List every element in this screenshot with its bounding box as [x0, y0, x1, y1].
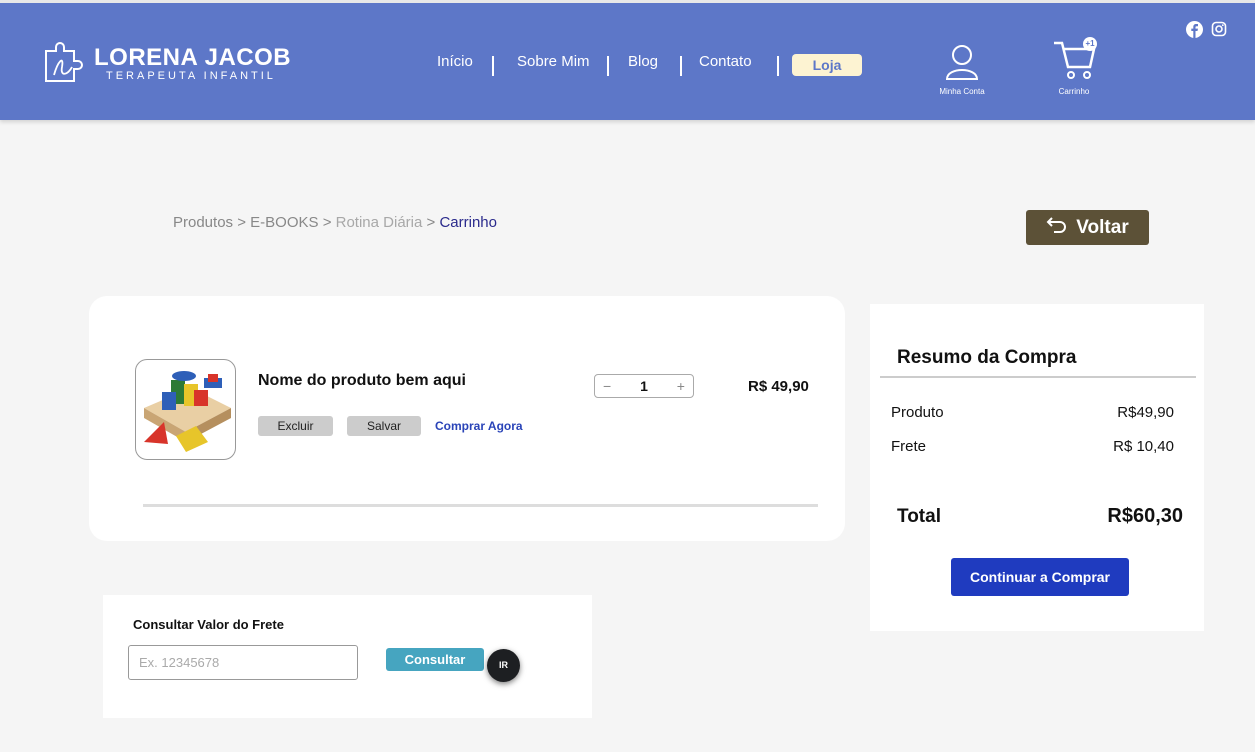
- summary-row-shipping: Frete R$ 10,40: [891, 438, 1174, 455]
- breadcrumb-products[interactable]: Produtos: [173, 214, 233, 231]
- cart-items-card: Nome do produto bem aqui Excluir Salvar …: [89, 296, 845, 541]
- product-name[interactable]: Nome do produto bem aqui: [258, 372, 466, 390]
- puzzle-logo-icon: [42, 41, 88, 87]
- shopping-cart-icon: [1050, 41, 1098, 85]
- zip-code-input[interactable]: [128, 645, 358, 680]
- site-header: LORENA JACOB TERAPEUTA INFANTIL Início S…: [0, 0, 1255, 120]
- cart-label: Carrinho: [1058, 87, 1090, 96]
- product-label: Produto: [891, 404, 944, 421]
- cart-button[interactable]: +1 Carrinho: [1046, 37, 1102, 96]
- shipping-value: R$ 10,40: [1113, 438, 1174, 455]
- user-icon: [944, 45, 980, 85]
- breadcrumb-separator: >: [322, 214, 332, 231]
- shipping-label: Frete: [891, 438, 927, 455]
- breadcrumb-separator: >: [426, 214, 436, 231]
- brand-logo[interactable]: LORENA JACOB TERAPEUTA INFANTIL: [42, 41, 291, 87]
- shipping-calculator: Consultar Valor do Frete Consultar IR: [103, 595, 592, 718]
- breadcrumb-separator: >: [237, 214, 246, 231]
- breadcrumb-routine[interactable]: Rotina Diária: [336, 214, 423, 231]
- continue-shopping-button[interactable]: Continuar a Comprar: [951, 558, 1129, 596]
- nav-home[interactable]: Início: [437, 53, 473, 70]
- breadcrumb-current: Carrinho: [439, 214, 497, 231]
- product-value: R$49,90: [1117, 404, 1174, 421]
- total-label: Total: [897, 506, 941, 527]
- divider: [143, 504, 818, 507]
- brand-tagline: TERAPEUTA INFANTIL: [106, 69, 276, 82]
- delete-button[interactable]: Excluir: [258, 416, 333, 436]
- instagram-icon[interactable]: [1211, 21, 1227, 43]
- nav-divider: [777, 56, 779, 76]
- back-label: Voltar: [1076, 216, 1129, 238]
- buy-now-link[interactable]: Comprar Agora: [435, 419, 523, 433]
- account-button[interactable]: Minha Conta: [930, 43, 994, 96]
- quantity-value[interactable]: 1: [640, 378, 648, 394]
- account-label: Minha Conta: [939, 87, 985, 96]
- social-links: [1186, 21, 1227, 43]
- back-button[interactable]: Voltar: [1026, 210, 1149, 245]
- order-summary: Resumo da Compra Produto R$49,90 Frete R…: [870, 304, 1204, 631]
- decrease-quantity-button[interactable]: −: [603, 378, 611, 394]
- divider: [880, 376, 1196, 378]
- product-image[interactable]: [135, 359, 236, 460]
- nav-divider: [607, 56, 609, 76]
- consult-button[interactable]: Consultar: [386, 648, 484, 671]
- summary-row-product: Produto R$49,90: [891, 404, 1174, 421]
- save-button[interactable]: Salvar: [347, 416, 421, 436]
- nav-shop[interactable]: Loja: [792, 54, 862, 76]
- nav-about[interactable]: Sobre Mim: [517, 53, 590, 70]
- breadcrumb-ebooks[interactable]: E-BOOKS: [250, 214, 318, 231]
- quantity-stepper: − 1 +: [594, 374, 694, 398]
- summary-row-total: Total R$60,30: [897, 505, 1183, 528]
- total-value: R$60,30: [1107, 505, 1183, 527]
- breadcrumb: Produtos > E-BOOKS > Rotina Diária > Car…: [173, 214, 497, 231]
- increase-quantity-button[interactable]: +: [677, 378, 685, 394]
- facebook-icon[interactable]: [1186, 21, 1203, 43]
- cart-count-badge: +1: [1083, 37, 1097, 51]
- summary-title: Resumo da Compra: [897, 347, 1077, 368]
- brand-name: LORENA JACOB: [94, 43, 292, 71]
- shipping-calc-title: Consultar Valor do Frete: [133, 617, 284, 632]
- nav-divider: [492, 56, 494, 76]
- nav-divider: [680, 56, 682, 76]
- floating-helper-badge[interactable]: IR: [487, 649, 520, 682]
- undo-arrow-icon: [1046, 216, 1068, 240]
- item-price: R$ 49,90: [748, 378, 809, 395]
- nav-blog[interactable]: Blog: [628, 53, 658, 70]
- nav-contact[interactable]: Contato: [699, 53, 752, 70]
